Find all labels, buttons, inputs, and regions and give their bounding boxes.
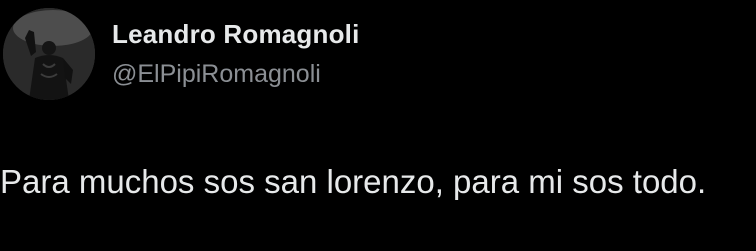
author-display-name[interactable]: Leandro Romagnoli bbox=[112, 14, 360, 54]
tweet-card[interactable]: Leandro Romagnoli @ElPipiRomagnoli Para … bbox=[0, 0, 756, 251]
avatar[interactable] bbox=[3, 8, 95, 100]
author-handle[interactable]: @ElPipiRomagnoli bbox=[112, 54, 360, 94]
tweet-author: Leandro Romagnoli @ElPipiRomagnoli bbox=[112, 14, 360, 94]
player-photo-icon bbox=[3, 8, 95, 100]
tweet-text: Para muchos sos san lorenzo, para mi sos… bbox=[0, 163, 707, 200]
